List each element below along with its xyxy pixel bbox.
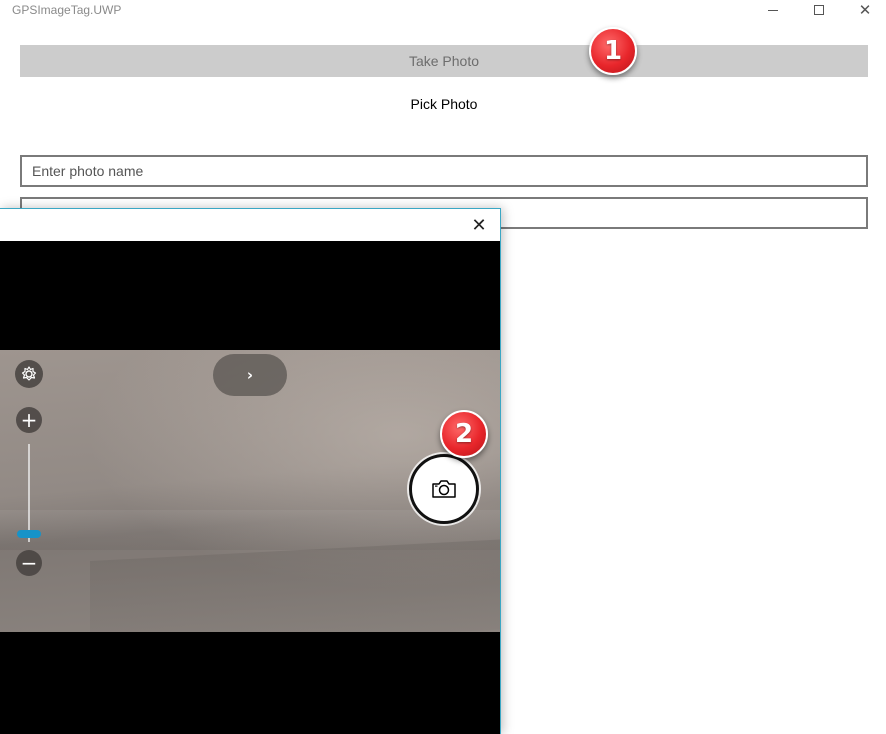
minimize-button[interactable] [750,0,796,20]
title-bar: GPSImageTag.UWP ✕ [0,0,886,20]
close-window-button[interactable]: ✕ [842,0,886,20]
maximize-button[interactable] [796,0,842,20]
camera-icon [432,480,456,498]
shutter-button[interactable] [409,454,479,524]
camera-preview: + − › [0,350,500,632]
take-photo-button[interactable]: Take Photo [20,45,868,77]
maximize-icon [814,5,824,15]
step-badge-1: 1 [589,27,637,75]
dialog-close-button[interactable]: ✕ [468,214,490,236]
zoom-in-icon: + [20,408,38,432]
preview-shadow [90,538,500,632]
app-title: GPSImageTag.UWP [12,3,122,17]
camera-settings-icon [21,366,37,381]
expand-options-button[interactable]: › [213,354,287,396]
dialog-header: ✕ [0,209,500,241]
zoom-in-button[interactable]: + [16,407,42,433]
zoom-slider-thumb[interactable] [17,530,41,538]
camera-settings-button[interactable] [15,360,43,388]
close-icon: ✕ [858,0,872,19]
close-icon: ✕ [471,214,487,236]
photo-name-input[interactable] [20,155,868,187]
step-badge-2: 2 [440,410,488,458]
camera-capture-dialog: ✕ + − › [0,208,501,734]
zoom-out-icon: − [20,551,38,575]
chevron-right-icon: › [246,366,254,384]
zoom-out-button[interactable]: − [16,550,42,576]
camera-view: + − › [0,241,500,734]
pick-photo-button[interactable]: Pick Photo [20,88,868,120]
zoom-slider-track[interactable] [28,444,30,542]
minimize-icon [768,9,778,11]
